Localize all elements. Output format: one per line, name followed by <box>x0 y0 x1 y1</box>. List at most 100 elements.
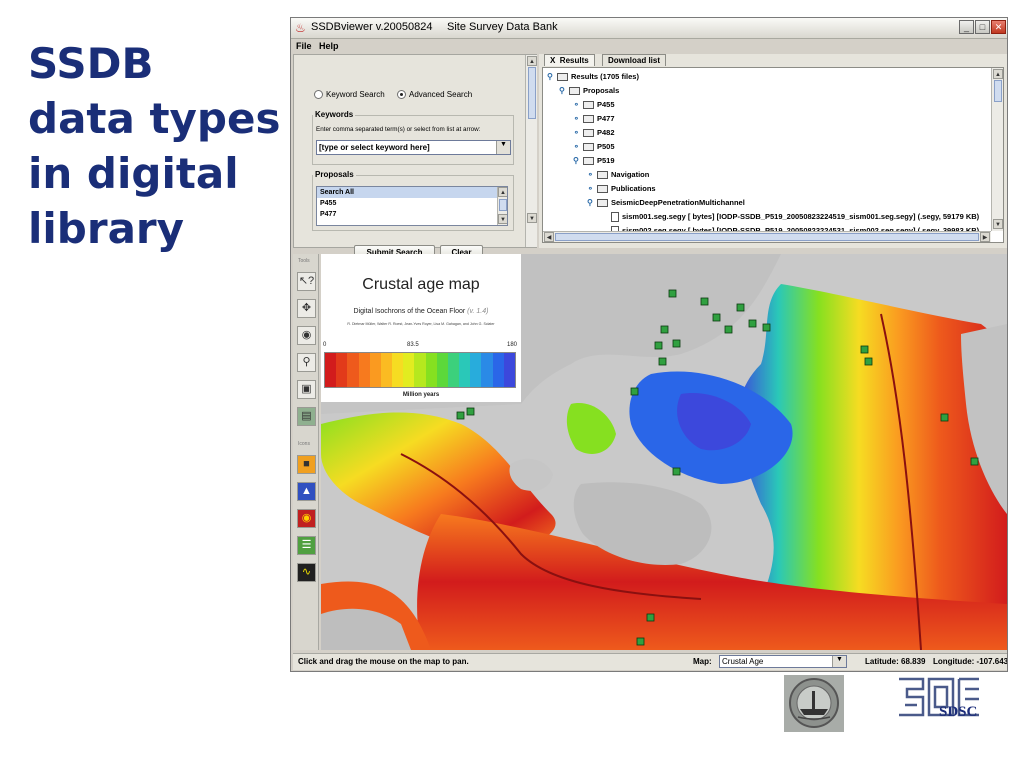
keyword-input[interactable]: [type or select keyword here] <box>319 143 430 152</box>
crustal-age-map[interactable]: Crustal age map Digital Isochrons of the… <box>321 254 1007 650</box>
collapsed-knob-icon: ⚬ <box>573 100 580 109</box>
site-marker[interactable] <box>736 303 745 312</box>
site-marker[interactable] <box>654 341 663 350</box>
tab-download-list[interactable]: Download list <box>602 54 666 66</box>
site-marker[interactable] <box>668 289 677 298</box>
advanced-search-radio[interactable] <box>397 90 406 99</box>
tree-node-p519[interactable]: ⚲ P519 <box>573 155 615 166</box>
results-tree[interactable]: ⚲ Results (1705 files) ⚲ Proposals ⚬ P455 ⚬… <box>542 67 1004 243</box>
site-marker[interactable] <box>456 411 465 420</box>
tree-node-file-1[interactable]: sism001.seg.segy [ bytes] [IODP-SSDB_P51… <box>611 211 979 222</box>
search-panel-scrollbar[interactable]: ▲ ▼ <box>525 55 537 247</box>
tab-results[interactable]: X Results <box>544 54 595 66</box>
tree-node-results[interactable]: ⚲ Results (1705 files) <box>547 71 639 82</box>
scroll-right-icon[interactable]: ▶ <box>980 232 990 242</box>
tab-close-icon[interactable]: X <box>550 56 555 65</box>
tree-node-publications[interactable]: ⚬ Publications <box>587 183 656 194</box>
tree-node-p477[interactable]: ⚬ P477 <box>573 113 615 124</box>
site-marker[interactable] <box>712 313 721 322</box>
globe-tool[interactable]: ◉ <box>297 326 316 345</box>
tree-node-seismic[interactable]: ⚲ SeismicDeepPenetrationMultichannel <box>587 197 745 208</box>
layer-tool[interactable]: ▤ <box>297 407 316 426</box>
site-icon-tool[interactable]: ■ <box>297 455 316 474</box>
site-marker[interactable] <box>672 467 681 476</box>
site-marker[interactable] <box>466 407 475 416</box>
proposals-list[interactable]: Search All P455 P477 ▲ ▼ <box>316 186 508 226</box>
site-marker[interactable] <box>660 325 669 334</box>
tree-horizontal-scrollbar[interactable]: ◀ ▶ <box>543 231 991 242</box>
collapsed-knob-icon: ⚬ <box>587 184 594 193</box>
scroll-down-icon[interactable]: ▼ <box>527 213 537 223</box>
document-icon-tool[interactable]: ☰ <box>297 536 316 555</box>
keyword-dropdown-arrow[interactable]: ▼ <box>496 141 510 154</box>
tree-node-p482[interactable]: ⚬ P482 <box>573 127 615 138</box>
keyword-combo[interactable]: [type or select keyword here] ▼ <box>316 140 511 155</box>
site-marker[interactable] <box>762 323 771 332</box>
scroll-thumb[interactable] <box>499 199 507 211</box>
site-marker[interactable] <box>630 387 639 396</box>
proposal-item-p455[interactable]: P455 <box>317 198 507 209</box>
map-selector[interactable]: Crustal Age ▼ <box>719 655 847 668</box>
folder-icon <box>583 142 594 151</box>
tree-vertical-scrollbar[interactable]: ▲ ▼ <box>991 68 1003 231</box>
scroll-down-icon[interactable]: ▼ <box>498 214 507 224</box>
site-marker[interactable] <box>748 319 757 328</box>
minimize-button[interactable]: _ <box>959 20 974 34</box>
scroll-up-icon[interactable]: ▲ <box>527 56 537 66</box>
site-marker[interactable] <box>646 613 655 622</box>
maximize-button[interactable]: □ <box>975 20 990 34</box>
proposal-item-search-all[interactable]: Search All <box>317 187 507 198</box>
folder-icon <box>583 100 594 109</box>
title-bar[interactable]: ♨ SSDBviewer v.20050824 Site Survey Data… <box>291 18 1007 39</box>
menu-help[interactable]: Help <box>319 41 339 51</box>
scroll-thumb[interactable] <box>555 233 979 241</box>
legend-subtitle-text: Digital Isochrons of the Ocean Floor <box>353 308 466 315</box>
legend-color-swatch <box>336 353 348 387</box>
site-marker[interactable] <box>658 357 667 366</box>
zoom-tool[interactable]: ⚲ <box>297 353 316 372</box>
site-marker[interactable] <box>940 413 949 422</box>
close-button[interactable]: ✕ <box>991 20 1006 34</box>
tree-node-p455[interactable]: ⚬ P455 <box>573 99 615 110</box>
legend-color-swatch <box>358 353 370 387</box>
legend-color-swatch <box>503 353 515 387</box>
scroll-thumb[interactable] <box>994 80 1002 102</box>
legend-tick-max: 180 <box>507 342 518 348</box>
seismic-icon-tool[interactable]: ∿ <box>297 563 316 582</box>
site-marker[interactable] <box>860 345 869 354</box>
scroll-down-icon[interactable]: ▼ <box>993 219 1003 229</box>
profile-icon-tool[interactable]: ▲ <box>297 482 316 501</box>
menu-file[interactable]: File <box>296 41 312 51</box>
zoom-icon: ⚲ <box>302 356 311 368</box>
scroll-up-icon[interactable]: ▲ <box>498 187 507 197</box>
site-marker[interactable] <box>864 357 873 366</box>
tree-node-navigation[interactable]: ⚬ Navigation <box>587 169 649 180</box>
globe-icon: ◉ <box>301 329 312 341</box>
scroll-left-icon[interactable]: ◀ <box>544 232 554 242</box>
scroll-thumb[interactable] <box>528 67 536 119</box>
results-panel: X Results Download list ⚲ Results (1705 f… <box>539 54 1007 248</box>
zoom-box-tool[interactable]: ▣ <box>297 380 316 399</box>
site-marker[interactable] <box>672 339 681 348</box>
tree-node-p505[interactable]: ⚬ P505 <box>573 141 615 152</box>
site-marker[interactable] <box>700 297 709 306</box>
site-marker[interactable] <box>970 457 979 466</box>
proposal-item-p477[interactable]: P477 <box>317 209 507 220</box>
proposals-scrollbar[interactable]: ▲ ▼ <box>497 187 507 225</box>
tools-section-label: Tools <box>298 258 310 264</box>
pan-tool[interactable]: ✥ <box>297 299 316 318</box>
legend-tick-min: 0 <box>323 342 327 348</box>
close-icon: ✕ <box>994 22 1003 32</box>
scroll-up-icon[interactable]: ▲ <box>993 69 1003 79</box>
site-marker[interactable] <box>636 637 645 646</box>
target-icon-tool[interactable]: ◉ <box>297 509 316 528</box>
legend-color-bar <box>324 352 516 388</box>
map-selector-value: Crustal Age <box>722 657 764 666</box>
site-marker[interactable] <box>724 325 733 334</box>
map-dropdown-arrow[interactable]: ▼ <box>832 656 846 667</box>
pointer-query-tool[interactable]: ↖? <box>297 272 316 291</box>
legend-color-swatch <box>325 353 337 387</box>
keyword-search-radio[interactable] <box>314 90 323 99</box>
tree-node-proposals[interactable]: ⚲ Proposals <box>559 85 619 96</box>
menu-bar: File Help <box>291 39 1007 53</box>
